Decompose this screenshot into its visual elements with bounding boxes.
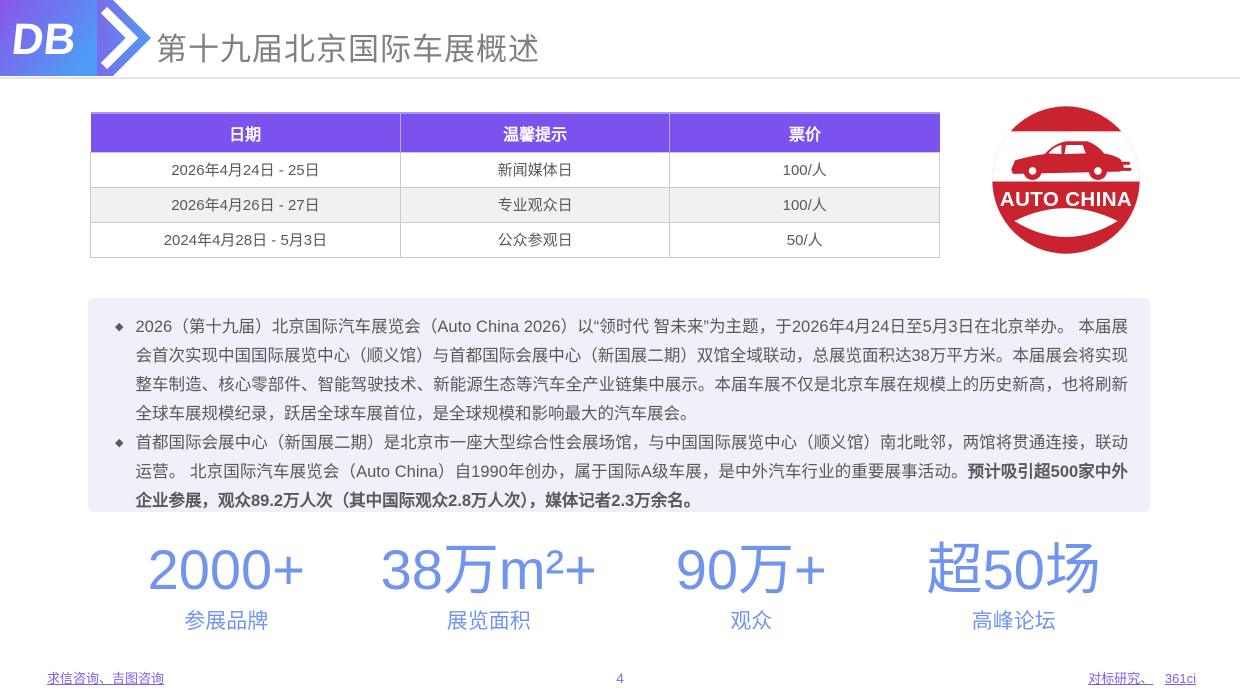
footer-right-links: 对标研究、 361ci — [1088, 668, 1196, 687]
stats-row: 2000+ 参展品牌 38万m²+ 展览面积 90万+ 观众 超50场 高峰论坛 — [95, 538, 1145, 635]
footer-link-benchmark[interactable]: 对标研究、 — [1088, 671, 1153, 686]
stat-visitors: 90万+ 观众 — [620, 538, 883, 635]
cell-price: 100/人 — [670, 152, 940, 187]
ticket-table: 日期 温馨提示 票价 2026年4月24日 - 25日 新闻媒体日 100/人 … — [90, 112, 940, 258]
stat-label: 高峰论坛 — [883, 605, 1146, 635]
stat-value: 超50场 — [883, 538, 1146, 602]
header-divider — [0, 77, 1240, 79]
auto-china-badge: AUTO CHINA — [988, 104, 1144, 256]
stat-exhibition-area: 38万m²+ 展览面积 — [358, 538, 621, 635]
stat-value: 2000+ — [95, 538, 358, 602]
cell-tip: 公众参观日 — [400, 222, 670, 257]
stat-value: 90万+ — [620, 538, 883, 602]
cell-date: 2026年4月26日 - 27日 — [91, 187, 401, 222]
stat-label: 展览面积 — [358, 605, 621, 635]
bullet-text: 首都国际会展中心（新国展二期）是北京市一座大型综合性会展场馆，与中国国际展览中心… — [135, 429, 1128, 516]
overview-box: ◆ 2026（第十九届）北京国际汽车展览会（Auto China 2026）以“… — [88, 298, 1150, 512]
diamond-bullet-icon: ◆ — [112, 429, 123, 458]
badge-label: AUTO CHINA — [1000, 188, 1132, 211]
cell-price: 100/人 — [670, 187, 940, 222]
overview-bullet-1: ◆ 2026（第十九届）北京国际汽车展览会（Auto China 2026）以“… — [112, 313, 1128, 429]
table-row: 2026年4月24日 - 25日 新闻媒体日 100/人 — [91, 152, 940, 187]
stat-label: 参展品牌 — [95, 605, 358, 635]
cell-tip: 专业观众日 — [400, 187, 670, 222]
table-header-row: 日期 温馨提示 票价 — [91, 113, 940, 152]
logo-letters: DB — [10, 15, 79, 64]
stat-forums: 超50场 高峰论坛 — [883, 538, 1146, 635]
page-number: 4 — [0, 670, 1240, 686]
column-header-date: 日期 — [91, 113, 401, 152]
stat-label: 观众 — [620, 605, 883, 635]
cell-date: 2026年4月24日 - 25日 — [91, 152, 401, 187]
cell-price: 50/人 — [670, 222, 940, 257]
footer-link-361ci[interactable]: 361ci — [1165, 671, 1196, 686]
bullet-text: 2026（第十九届）北京国际汽车展览会（Auto China 2026）以“领时… — [135, 313, 1128, 429]
diamond-bullet-icon: ◆ — [112, 313, 123, 342]
brand-logo: DB — [0, 0, 160, 76]
stat-exhibitor-brands: 2000+ 参展品牌 — [95, 538, 358, 635]
cell-date: 2024年4月28日 - 5月3日 — [91, 222, 401, 257]
cell-tip: 新闻媒体日 — [400, 152, 670, 187]
column-header-tip: 温馨提示 — [400, 113, 670, 152]
stat-value: 38万m²+ — [358, 538, 621, 602]
table-row: 2024年4月28日 - 5月3日 公众参观日 50/人 — [91, 222, 940, 257]
column-header-price: 票价 — [670, 113, 940, 152]
overview-bullet-2: ◆ 首都国际会展中心（新国展二期）是北京市一座大型综合性会展场馆，与中国国际展览… — [112, 429, 1128, 516]
slide: DB 第十九届北京国际车展概述 日期 温馨提示 票价 2026年4月24日 - … — [0, 0, 1240, 697]
page-title: 第十九届北京国际车展概述 — [156, 24, 540, 69]
table-row: 2026年4月26日 - 27日 专业观众日 100/人 — [91, 187, 940, 222]
